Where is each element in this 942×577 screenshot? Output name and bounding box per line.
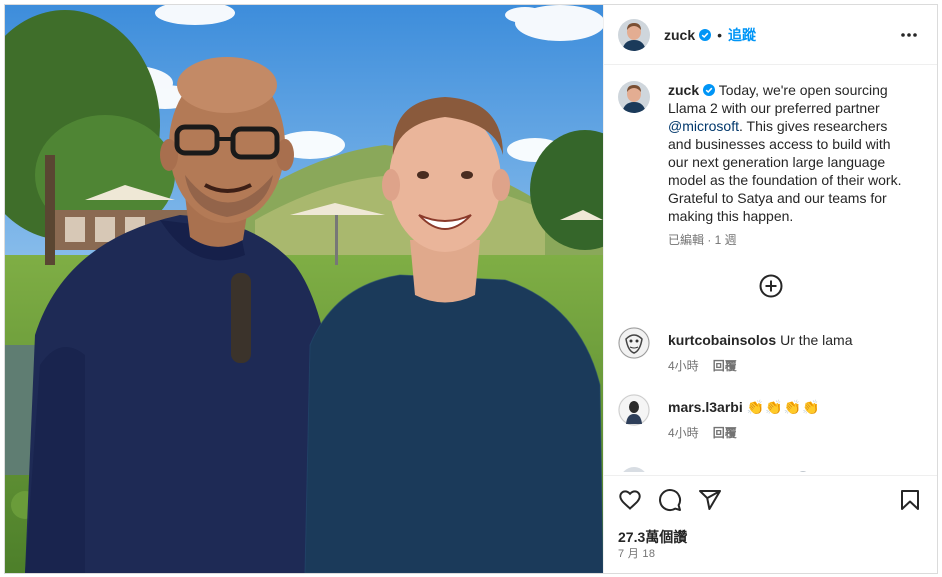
bookmark-icon[interactable] [898,488,922,512]
avatar-image [618,18,650,51]
comment-text: Ur the lama [780,332,853,348]
post-photo[interactable] [5,5,603,573]
commenter-avatar[interactable] [618,327,650,359]
caption-text: zuck Today, we're open sourcing Llama 2 … [668,81,908,225]
comment-time: 4小時 [668,359,699,373]
author-avatar[interactable] [618,18,650,51]
comment-text: 👏👏👏👏 [746,399,821,415]
more-options-icon[interactable] [899,25,919,45]
post-caption: zuck Today, we're open sourcing Llama 2 … [618,81,924,248]
photo-scene [5,5,603,573]
post-actions [604,475,937,526]
share-icon[interactable] [698,488,722,512]
likes-count[interactable]: 27.3萬個讚 [618,527,687,547]
reply-button[interactable]: 回覆 [713,359,737,373]
author-username[interactable]: zuck [664,27,695,43]
avatar-image [618,81,650,113]
avatar-image [618,394,650,426]
plus-circle-icon[interactable] [758,273,784,299]
caption-mention-link[interactable]: @microsoft [668,118,739,134]
caption-username[interactable]: zuck [668,82,699,98]
reply-button[interactable]: 回覆 [713,426,737,440]
post-side-panel: zuck • 追蹤 zuck Today, we're open sourcin… [603,5,937,573]
commenter-avatar[interactable] [618,394,650,426]
heart-icon[interactable] [618,488,642,512]
comment-item: kurtcobainsolos Ur the lama 4小時 回覆 [618,327,924,374]
partial-comment-avatar [623,467,807,472]
comment-icon[interactable] [658,488,682,512]
comment-username[interactable]: kurtcobainsolos [668,332,776,348]
comment-item-partial [618,462,924,472]
verified-badge-icon [703,84,716,96]
separator-dot: • [717,26,723,43]
caption-avatar[interactable] [618,81,650,113]
post-header: zuck • 追蹤 [604,5,937,65]
post-date[interactable]: 7 月 18 [618,545,655,561]
comment-time: 4小時 [668,426,699,440]
comment-item: mars.l3arbi 👏👏👏👏 4小時 回覆 [618,394,924,441]
comment-username[interactable]: mars.l3arbi [668,399,743,415]
follow-button[interactable]: 追蹤 [728,25,756,45]
post-dialog: zuck • 追蹤 zuck Today, we're open sourcin… [4,4,938,574]
avatar-image [618,327,650,359]
caption-meta: 已編輯 · 1 週 [668,233,737,247]
verified-badge-icon [699,28,712,41]
caption-text-part1: Today, we're open sourcing Llama 2 with … [668,82,888,116]
